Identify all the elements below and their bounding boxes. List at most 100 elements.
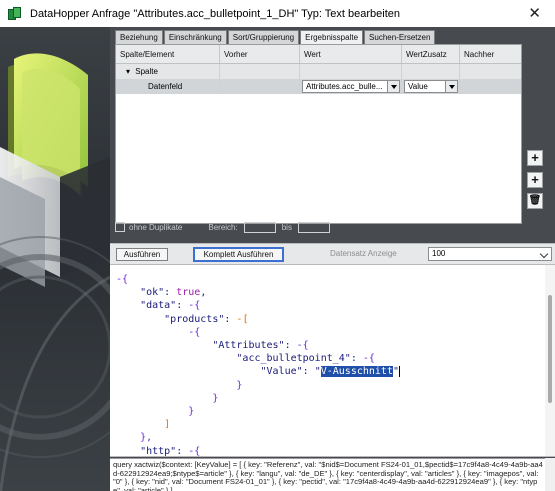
tab-bar: Beziehung Einschränkung Sort/Gruppierung… (115, 30, 436, 44)
wertzusatz-value: Value (408, 82, 428, 91)
json-token: }, (116, 432, 153, 444)
json-token: : (302, 366, 315, 378)
tab-suchen-ersetzen[interactable]: Suchen-Ersetzen (364, 30, 436, 44)
scrollbar-thumb[interactable] (548, 295, 552, 403)
window-title: DataHopper Anfrage "Attributes.acc_bulle… (30, 7, 401, 20)
json-token: -{ (188, 300, 201, 312)
json-line: "http": -{ (116, 445, 400, 457)
run-all-button[interactable]: Komplett Ausführen (193, 247, 284, 262)
close-icon[interactable]: ✕ (528, 4, 541, 22)
column-header-vorher[interactable]: Vorher (220, 45, 300, 63)
result-column-grid: Spalte/Element Vorher Wert WertZusatz Na… (115, 44, 522, 224)
column-header-wert[interactable]: Wert (300, 45, 402, 63)
json-token: : (224, 313, 237, 325)
plus-icon: + (531, 150, 539, 165)
query-scrollbar[interactable] (545, 458, 555, 491)
text-cursor (399, 365, 400, 377)
json-line: } (116, 392, 400, 405)
json-line: "data": -{ (116, 299, 400, 312)
action-toolbar: Ausführen Komplett Ausführen Datensatz A… (110, 243, 555, 265)
main-panel: Beziehung Einschränkung Sort/Gruppierung… (110, 27, 555, 491)
json-token: true (176, 287, 201, 299)
column-header-nachher[interactable]: Nachher (460, 45, 521, 63)
title-bar: DataHopper Anfrage "Attributes.acc_bulle… (0, 0, 555, 27)
json-line: ] (116, 418, 400, 431)
tab-einschraenkung[interactable]: Einschränkung (163, 30, 227, 44)
run-button[interactable]: Ausführen (116, 248, 168, 261)
app-icon (8, 6, 22, 21)
wert-dropdown[interactable]: Attributes.acc_bulle... (302, 80, 400, 93)
column-header-spalte-element[interactable]: Spalte/Element (116, 45, 220, 63)
json-token: -{ (188, 326, 201, 338)
cell-nachher[interactable] (460, 79, 521, 94)
json-token: } (116, 379, 243, 391)
options-row: ohne Duplikate Bereich: bis (115, 219, 543, 235)
json-token: "acc_bulletpoint_4" (116, 353, 351, 365)
column-header-wertzusatz[interactable]: WertZusatz (402, 45, 460, 63)
json-token: : (164, 287, 177, 299)
json-line: -{ (116, 326, 400, 339)
vertical-scrollbar[interactable] (545, 265, 555, 456)
group-label: Spalte (135, 67, 158, 76)
json-token: } (116, 392, 219, 404)
json-token: , (200, 287, 207, 299)
cell-vorher[interactable] (220, 79, 300, 94)
json-line: }, (116, 431, 400, 444)
decorative-book-illustration (0, 27, 110, 491)
ohne-duplikate-label: ohne Duplikate (129, 222, 183, 232)
chevron-down-icon (539, 249, 549, 259)
json-line: "products": -[ (116, 313, 400, 326)
datensatz-anzeige-label: Datensatz Anzeige (330, 249, 397, 258)
trash-icon: 🗑 (528, 195, 542, 206)
json-token: "Value" (116, 366, 303, 378)
chevron-down-icon[interactable] (445, 81, 457, 92)
json-token: "Attributes" (116, 340, 285, 352)
json-token: "data" (116, 300, 177, 312)
plus-insert-icon: + (531, 172, 539, 187)
json-line: "ok": true, (116, 286, 400, 299)
ohne-duplikate-checkbox[interactable] (115, 222, 125, 232)
json-token: ] (116, 419, 171, 431)
bis-label: bis (281, 222, 292, 232)
cell-element[interactable]: Datenfeld (116, 79, 220, 94)
delete-row-button[interactable]: 🗑 (527, 193, 543, 209)
group-row-spalte[interactable]: ▾ Spalte (116, 64, 521, 79)
json-line: "Attributes": -{ (116, 339, 400, 352)
bereich-label: Bereich: (208, 222, 238, 232)
insert-row-button[interactable]: + (527, 172, 543, 188)
expand-toggle-icon[interactable]: ▾ (126, 67, 130, 76)
json-token: : (350, 353, 363, 365)
json-token: " (314, 366, 321, 378)
datensatz-anzeige-select[interactable]: 100 (428, 247, 552, 261)
grid-header: Spalte/Element Vorher Wert WertZusatz Na… (116, 45, 521, 64)
json-line: -{ (116, 273, 400, 286)
json-token: "http" (116, 445, 177, 457)
chevron-down-icon[interactable] (387, 81, 399, 92)
json-line: "Value": "V-Ausschnitt" (116, 365, 400, 378)
json-token: -[ (236, 313, 249, 325)
tab-beziehung[interactable]: Beziehung (115, 30, 163, 44)
selected-json-value: V-Ausschnitt (320, 366, 393, 378)
query-text-area[interactable]: query xactwiz($context: [KeyValue] = [ {… (110, 458, 555, 491)
json-token: } (116, 406, 195, 418)
json-code[interactable]: -{ "ok": true, "data": -{ "products": -[… (116, 273, 400, 457)
json-result-viewer[interactable]: -{ "ok": true, "data": -{ "products": -[… (110, 265, 555, 457)
json-line: "acc_bulletpoint_4": -{ (116, 352, 400, 365)
json-token: : (176, 300, 189, 312)
bereich-to-input[interactable] (297, 221, 330, 233)
json-token: : (176, 445, 189, 457)
tab-ergebnisspalte[interactable]: Ergebnisspalte (300, 30, 364, 44)
json-token: -{ (296, 340, 309, 352)
json-line: } (116, 379, 400, 392)
json-token: -{ (188, 445, 201, 457)
add-row-button[interactable]: + (527, 150, 543, 166)
bereich-from-input[interactable] (243, 221, 276, 233)
datensatz-anzeige-value: 100 (432, 249, 446, 258)
json-token: -{ (362, 353, 375, 365)
json-line: } (116, 405, 400, 418)
tab-sort-gruppierung[interactable]: Sort/Gruppierung (227, 30, 300, 44)
table-row[interactable]: Datenfeld Attributes.acc_bulle... Value (116, 79, 521, 94)
wertzusatz-dropdown[interactable]: Value (404, 80, 458, 93)
wert-value: Attributes.acc_bulle... (306, 82, 383, 91)
